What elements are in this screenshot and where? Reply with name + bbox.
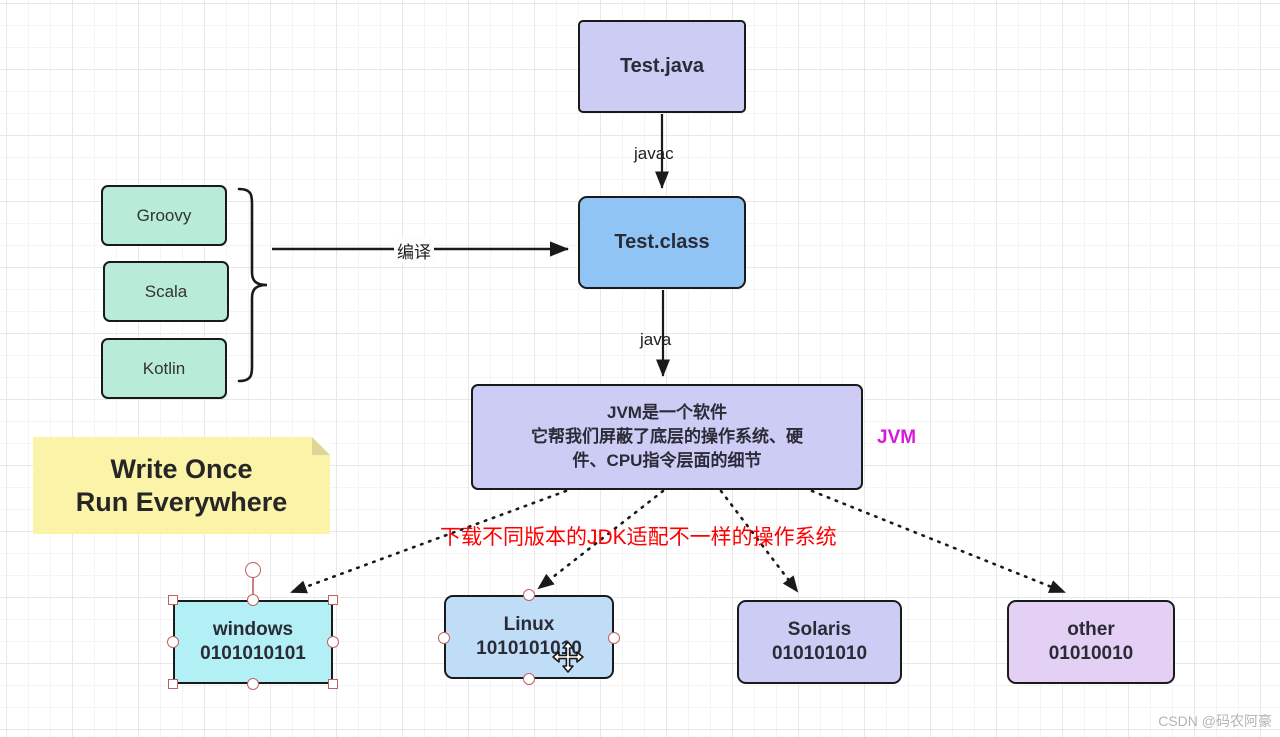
edge-label-compile: 编译 [394,238,434,263]
node-os-linux-label: Linux 1010101010 [476,613,582,659]
node-test-class[interactable]: Test.class [578,196,746,289]
resize-handle-bottom-right[interactable] [328,679,338,689]
resize-handle-bottom-left[interactable] [168,679,178,689]
diagram-canvas[interactable]: Test.java Test.class JVM是一个软件 它帮我们屏蔽了底层的… [0,0,1280,737]
rotation-handle[interactable] [245,562,261,578]
node-language-scala[interactable]: Scala [103,261,229,322]
node-os-other[interactable]: other 01010010 [1007,600,1175,684]
node-language-scala-label: Scala [144,281,188,301]
node-test-java[interactable]: Test.java [578,20,746,113]
resize-handle-bottom-center[interactable] [247,678,259,690]
connection-point-linux-left[interactable] [438,632,450,644]
sticky-note-fold-icon [312,437,330,455]
edge-label-javac: javac [634,144,674,163]
language-group-brace [237,187,268,383]
sticky-note-line-1: Write Once [110,453,253,484]
edge-jvm-to-other [810,489,1066,594]
node-os-linux[interactable]: Linux 1010101010 [444,595,614,679]
sticky-note-line-2: Run Everywhere [75,486,288,517]
resize-handle-top-left[interactable] [168,595,178,605]
connection-point-linux-right[interactable] [608,632,620,644]
resize-handle-top-center[interactable] [247,594,259,606]
node-jvm-description-label: JVM是一个软件 它帮我们屏蔽了底层的操作系统、硬 件、CPU指令层面的细节 [531,402,803,471]
node-os-windows[interactable]: windows 0101010101 [173,600,333,684]
node-test-java-label: Test.java [619,54,705,77]
sticky-note-write-once-run-everywhere[interactable]: Write Once Run Everywhere [33,437,330,534]
node-language-kotlin[interactable]: Kotlin [101,338,227,399]
connection-point-linux-bottom[interactable] [523,673,535,685]
node-test-class-label: Test.class [614,230,710,253]
node-jvm-description[interactable]: JVM是一个软件 它帮我们屏蔽了底层的操作系统、硬 件、CPU指令层面的细节 [471,384,863,490]
resize-handle-middle-right[interactable] [327,636,339,648]
edge-label-java: java [640,330,672,349]
node-os-solaris-label: Solaris 010101010 [771,618,868,664]
annotation-jdk-note: 下载不同版本的JDK适配不一样的操作系统 [440,526,837,549]
node-os-windows-label: windows 0101010101 [200,618,306,664]
node-language-kotlin-label: Kotlin [142,358,186,378]
resize-handle-middle-left[interactable] [167,636,179,648]
node-os-solaris[interactable]: Solaris 010101010 [737,600,902,684]
resize-handle-top-right[interactable] [328,595,338,605]
node-language-groovy[interactable]: Groovy [101,185,227,246]
watermark: CSDN @码农阿豪 [1158,713,1272,729]
annotation-jvm-tag: JVM [877,427,917,448]
node-os-other-label: other 01010010 [1048,618,1134,664]
connection-point-linux-top[interactable] [523,589,535,601]
node-language-groovy-label: Groovy [136,205,192,225]
